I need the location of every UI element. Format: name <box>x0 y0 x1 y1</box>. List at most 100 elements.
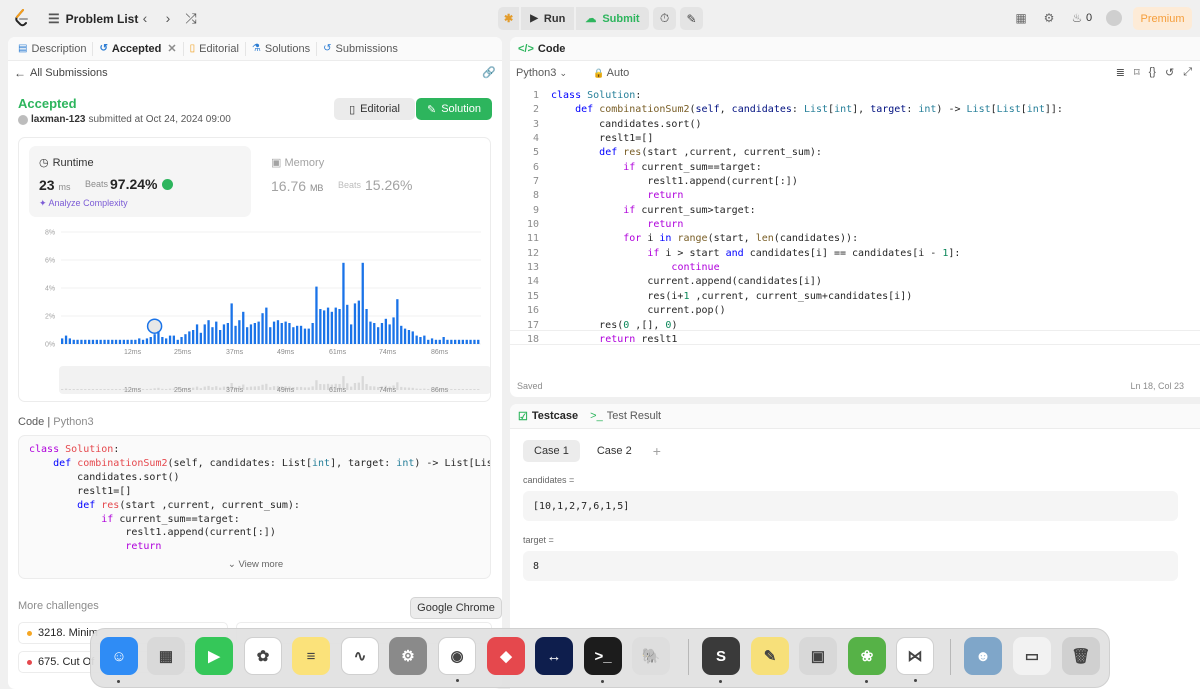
chart-bar[interactable] <box>103 339 106 344</box>
problem-list-button[interactable]: ☰ Problem List <box>48 11 138 27</box>
chart-bar[interactable] <box>180 337 183 344</box>
submit-button[interactable]: ☁ Submit <box>576 7 649 30</box>
chart-bar[interactable] <box>145 338 149 344</box>
chart-bar[interactable] <box>438 339 441 344</box>
notes-icon[interactable]: ≡ <box>292 637 330 675</box>
chart-bar[interactable] <box>457 339 461 344</box>
chart-bar[interactable] <box>184 334 187 344</box>
chart-bar[interactable] <box>238 320 241 344</box>
runtime-box[interactable]: ◷ Runtime 23 ms Beats 97.24% ✦ Analyze C… <box>29 146 251 217</box>
editor-code[interactable]: class Solution: def combinationSum2(self… <box>551 89 1063 347</box>
chart-bar[interactable] <box>323 310 326 344</box>
chart-bar[interactable] <box>461 339 464 344</box>
chart-bar[interactable] <box>396 299 399 344</box>
target-input[interactable]: 8 <box>523 551 1178 581</box>
chart-bar[interactable] <box>172 335 175 344</box>
avatar[interactable] <box>1106 10 1122 26</box>
chart-bar[interactable] <box>88 339 91 344</box>
chart-bar[interactable] <box>76 339 79 344</box>
chart-bar[interactable] <box>126 339 129 344</box>
case-tab[interactable]: Case 2 <box>586 440 643 462</box>
chart-bar[interactable] <box>95 339 98 344</box>
chart-bar[interactable] <box>384 318 387 344</box>
chart-bar[interactable] <box>403 328 407 344</box>
chart-bar[interactable] <box>442 337 445 344</box>
timer-button[interactable]: ⏱ <box>653 7 676 30</box>
editorial-button[interactable]: ▯ Editorial <box>334 98 415 120</box>
trash-icon[interactable]: 🗑 <box>1062 637 1100 675</box>
chart-bar[interactable] <box>157 331 160 344</box>
chart-bar[interactable] <box>315 286 318 344</box>
fire-icon[interactable]: ♨ <box>1070 11 1084 25</box>
chart-bar[interactable] <box>346 304 349 344</box>
close-icon[interactable]: ✕ <box>167 42 176 55</box>
tab-accepted[interactable]: ↺ Accepted ✕ <box>93 41 184 56</box>
shuffle-icon[interactable]: ⤮ <box>182 9 200 27</box>
tab-test-result[interactable]: >_ Test Result <box>590 410 661 422</box>
sublime-icon[interactable]: S <box>702 637 740 683</box>
chart-bar[interactable] <box>377 327 380 344</box>
tab-editorial[interactable]: ▯ Editorial <box>184 41 246 56</box>
chart-bar[interactable] <box>477 339 480 344</box>
chart-bar[interactable] <box>292 327 295 344</box>
memory-title[interactable]: ▣ Memory <box>271 156 324 169</box>
chart-bar[interactable] <box>68 338 71 344</box>
chart-bar[interactable] <box>388 324 391 344</box>
chart-bar[interactable] <box>99 339 102 344</box>
chart-bar[interactable] <box>392 317 395 344</box>
chart-bar[interactable] <box>427 339 430 344</box>
chart-bar[interactable] <box>176 339 179 344</box>
photos-icon[interactable]: ✿ <box>244 637 282 675</box>
chart-bar[interactable] <box>141 339 145 344</box>
spring-icon[interactable]: ❀ <box>848 637 886 683</box>
chart-bar[interactable] <box>334 307 337 344</box>
debug-button[interactable]: ✱ <box>498 7 520 30</box>
recent-photo-icon[interactable]: ☻ <box>964 637 1002 675</box>
chart-bar[interactable] <box>423 335 426 344</box>
next-problem-icon[interactable]: › <box>159 9 177 27</box>
chart-bar[interactable] <box>299 325 303 344</box>
chart-bar[interactable] <box>465 339 468 344</box>
chart-bar[interactable] <box>319 309 322 344</box>
reset-icon[interactable]: ↺ <box>1165 66 1174 79</box>
vscode-icon[interactable]: ⋈ <box>896 637 934 682</box>
back-arrow-icon[interactable]: ← <box>14 66 26 80</box>
tab-testcase[interactable]: ☑ Testcase <box>518 410 578 423</box>
analyze-complexity-link[interactable]: ✦ Analyze Complexity <box>39 198 128 209</box>
system-settings-icon[interactable]: ⚙ <box>389 637 427 675</box>
chart-bar[interactable] <box>284 321 287 344</box>
chart-bar[interactable] <box>430 338 434 344</box>
chart-bar[interactable] <box>211 327 214 344</box>
chart-bar[interactable] <box>149 337 152 344</box>
code-preview[interactable]: class Solution: def combinationSum2(self… <box>18 435 491 579</box>
chart-bar[interactable] <box>165 338 168 344</box>
chart-bar[interactable] <box>373 323 376 344</box>
link-icon[interactable]: 🔗 <box>482 66 496 79</box>
candidates-input[interactable]: [10,1,2,7,6,1,5] <box>523 491 1178 521</box>
chart-bar[interactable] <box>153 334 156 344</box>
chart-bar[interactable] <box>369 321 372 344</box>
chart-bar[interactable] <box>469 339 472 344</box>
username[interactable]: laxman-123 <box>31 114 85 125</box>
chart-bar[interactable] <box>357 300 360 344</box>
chart-bar[interactable] <box>80 339 83 344</box>
chart-bar[interactable] <box>226 323 229 344</box>
chart-bar[interactable] <box>195 324 199 344</box>
tab-solutions[interactable]: ⚗ Solutions <box>246 41 318 56</box>
chart-bar[interactable] <box>84 339 87 344</box>
chart-bar[interactable] <box>342 262 345 344</box>
chart-bar[interactable] <box>246 327 249 344</box>
chart-bar[interactable] <box>122 339 125 344</box>
chart-bar[interactable] <box>365 309 368 344</box>
chart-bar[interactable] <box>311 323 314 344</box>
terminal-icon[interactable]: >_ <box>584 637 622 683</box>
leetcode-logo[interactable] <box>14 9 30 27</box>
view-more-button[interactable]: ⌄ View more <box>19 559 490 570</box>
chart-bar[interactable] <box>215 321 218 344</box>
layout-icon[interactable]: ▦ <box>1014 11 1028 25</box>
expand-icon[interactable]: ⤢ <box>1183 66 1192 79</box>
chart-bar[interactable] <box>407 330 411 344</box>
chart-bar[interactable] <box>199 332 202 344</box>
case-tab[interactable]: Case 1 <box>523 440 580 462</box>
chart-bar[interactable] <box>454 339 457 344</box>
